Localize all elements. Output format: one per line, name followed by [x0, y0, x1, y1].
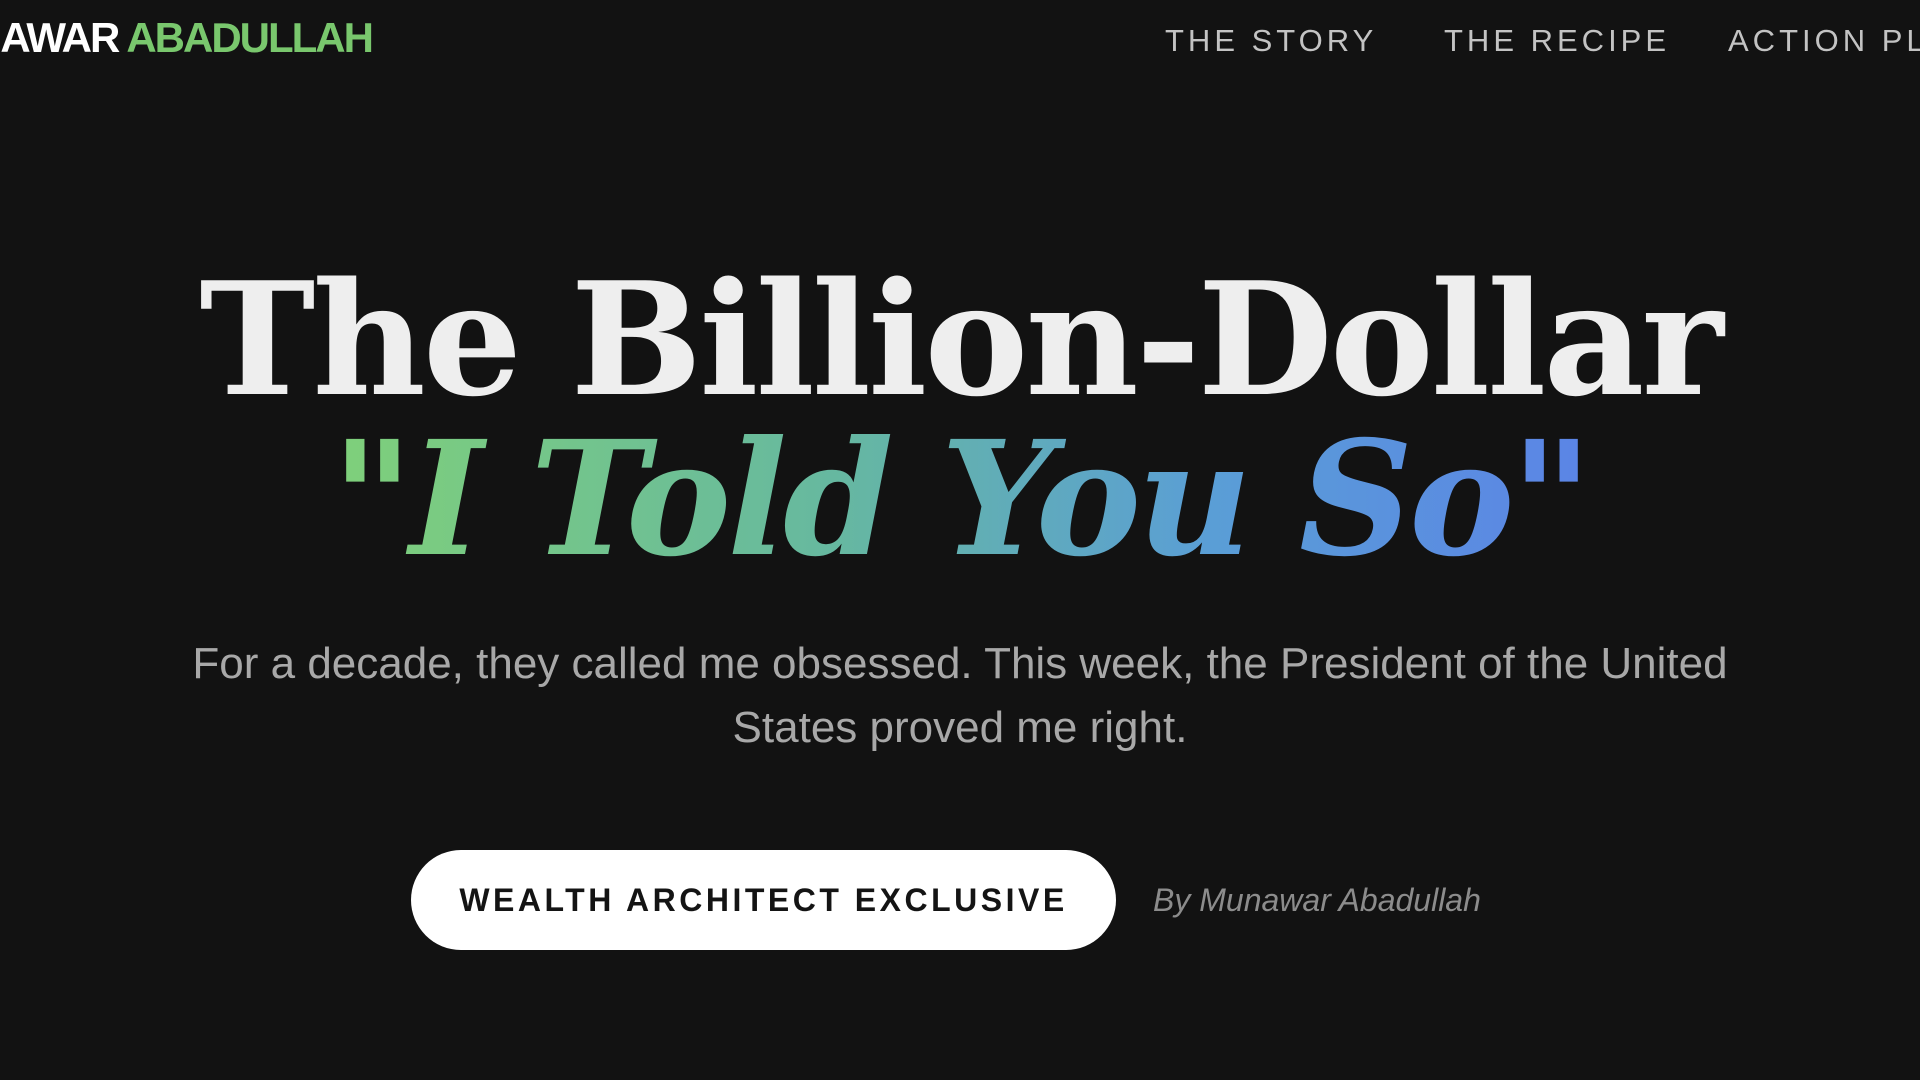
wealth-architect-exclusive-button[interactable]: WEALTH ARCHITECT EXCLUSIVE: [411, 850, 1116, 950]
author-byline: By Munawar Abadullah: [1153, 882, 1481, 918]
hero-title: The Billion-Dollar: [199, 248, 1723, 431]
nav-link-the-story[interactable]: THE STORY: [1165, 22, 1377, 60]
hero-subtitle: "I Told You So": [0, 410, 1920, 590]
nav-link-the-recipe[interactable]: THE RECIPE: [1444, 22, 1670, 60]
logo-first-name: NAWAR: [0, 14, 120, 61]
hero-lead: For a decade, they called me obsessed. T…: [192, 639, 1728, 752]
site-logo[interactable]: NAWARABADULLAH: [0, 12, 374, 64]
logo-last-name: ABADULLAH: [126, 14, 374, 61]
site-header: NAWARABADULLAH THE STORY THE RECIPE ACTI…: [0, 0, 1920, 80]
hero-subtitle-text: "I Told You So": [331, 407, 1593, 592]
nav-link-action-plan[interactable]: ACTION PL: [1728, 22, 1920, 60]
